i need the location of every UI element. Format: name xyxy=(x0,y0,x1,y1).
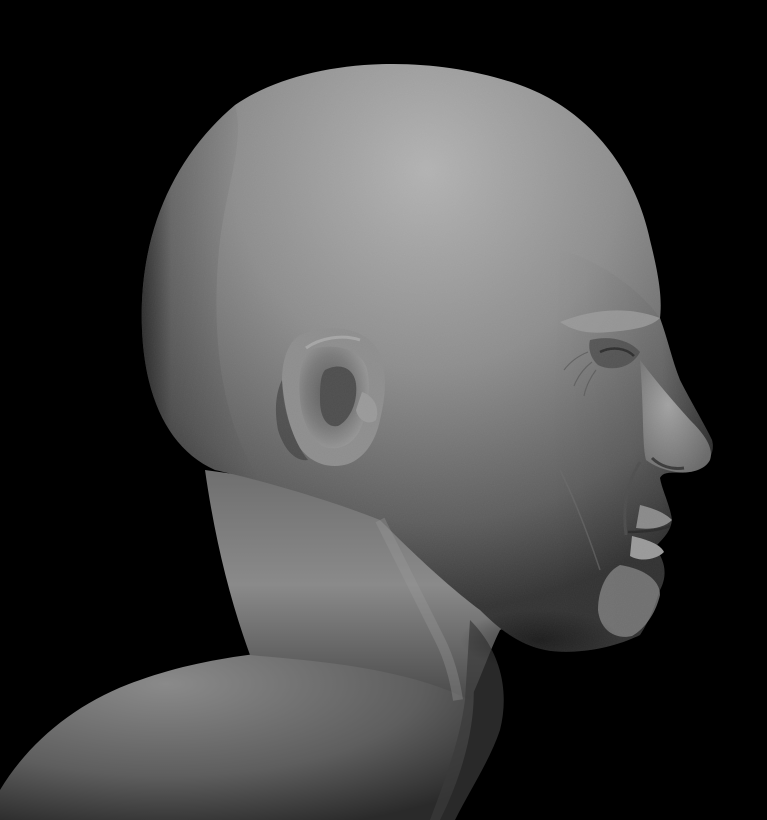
render-viewport xyxy=(0,0,767,820)
sculpt-render xyxy=(0,0,767,820)
